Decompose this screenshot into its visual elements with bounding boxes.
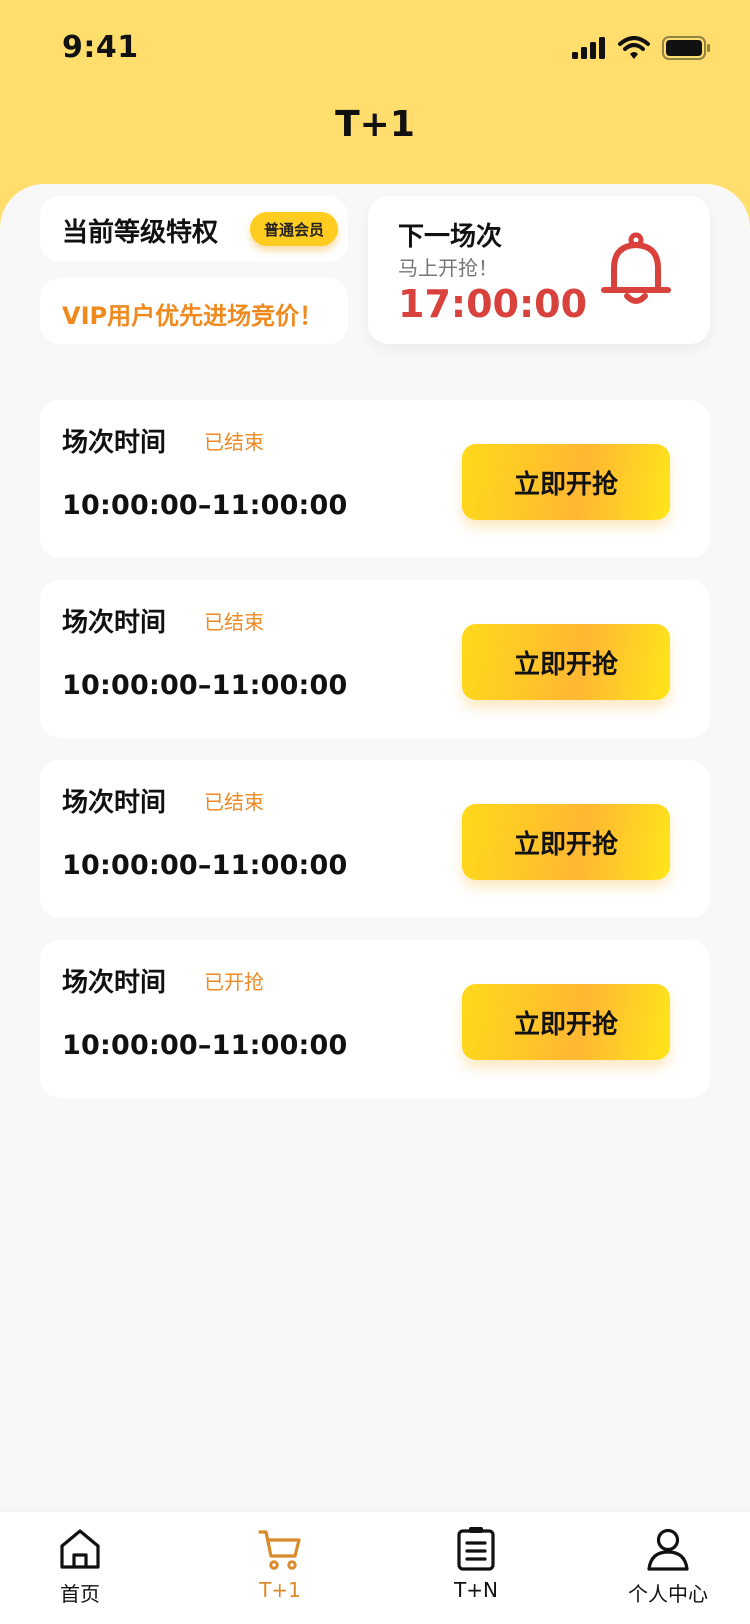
session-label: 场次时间 — [62, 428, 167, 458]
cart-icon — [258, 1530, 301, 1570]
session-label: 场次时间 — [62, 788, 167, 818]
page-title: T+1 — [335, 104, 415, 145]
session-card: 场次时间 已开抢 10:00:00–11:00:00 立即开抢 — [40, 940, 710, 1098]
session-time-range: 10:00:00–11:00:00 — [62, 670, 348, 701]
grab-now-button[interactable]: 立即开抢 — [462, 984, 670, 1060]
session-label: 场次时间 — [62, 968, 167, 998]
grab-now-button[interactable]: 立即开抢 — [462, 624, 670, 700]
next-session-title: 下一场次 — [398, 222, 503, 252]
tab-tn[interactable]: T+N — [416, 1526, 536, 1622]
vip-notice-card: VIP用户优先进场竞价！ — [40, 278, 348, 344]
bottom-tab-bar: 首页 T+1 T+N 个人中心 — [0, 1512, 750, 1624]
status-bar: 9:41 — [0, 0, 750, 96]
session-card: 场次时间 已结束 10:00:00–11:00:00 立即开抢 — [40, 760, 710, 918]
session-time-range: 10:00:00–11:00:00 — [62, 850, 348, 881]
tab-t1[interactable]: T+1 — [220, 1526, 340, 1622]
session-time-range: 10:00:00–11:00:00 — [62, 1030, 348, 1061]
privilege-title: 当前等级特权 — [62, 218, 219, 248]
tab-t1-label: T+1 — [259, 1578, 301, 1602]
vip-notice-text: VIP用户优先进场竞价！ — [62, 302, 324, 330]
session-status: 已结束 — [204, 790, 264, 814]
battery-icon — [662, 36, 710, 60]
tab-tn-label: T+N — [454, 1578, 498, 1602]
grab-now-button[interactable]: 立即开抢 — [462, 444, 670, 520]
session-label: 场次时间 — [62, 608, 167, 638]
status-time: 9:41 — [62, 30, 139, 65]
grab-now-button[interactable]: 立即开抢 — [462, 804, 670, 880]
user-icon — [647, 1528, 689, 1571]
session-status: 已结束 — [204, 610, 264, 634]
next-session-time: 17:00:00 — [398, 282, 588, 326]
next-session-card: 下一场次 马上开抢！ 17:00:00 — [368, 196, 710, 344]
app-screen: 9:41 T+1 当前等级特权 普通会员 VIP用户优先进场竞价！ 下一场次 马… — [0, 0, 750, 1624]
tab-profile-label: 个人中心 — [628, 1582, 708, 1606]
member-level-badge: 普通会员 — [250, 212, 338, 246]
wifi-icon — [618, 36, 650, 59]
session-status: 已开抢 — [204, 970, 264, 994]
bell-icon[interactable] — [600, 232, 672, 308]
home-icon — [60, 1529, 100, 1569]
tab-profile[interactable]: 个人中心 — [608, 1526, 728, 1622]
session-time-range: 10:00:00–11:00:00 — [62, 490, 348, 521]
tab-home-label: 首页 — [60, 1582, 100, 1606]
list-icon — [457, 1527, 495, 1571]
tab-home[interactable]: 首页 — [20, 1526, 140, 1622]
cellular-signal-icon — [572, 37, 605, 59]
next-session-subtitle: 马上开抢！ — [398, 256, 498, 280]
session-card: 场次时间 已结束 10:00:00–11:00:00 立即开抢 — [40, 400, 710, 558]
session-status: 已结束 — [204, 430, 264, 454]
privilege-card: 当前等级特权 普通会员 — [40, 196, 348, 262]
status-icons — [572, 36, 710, 60]
session-card: 场次时间 已结束 10:00:00–11:00:00 立即开抢 — [40, 580, 710, 738]
